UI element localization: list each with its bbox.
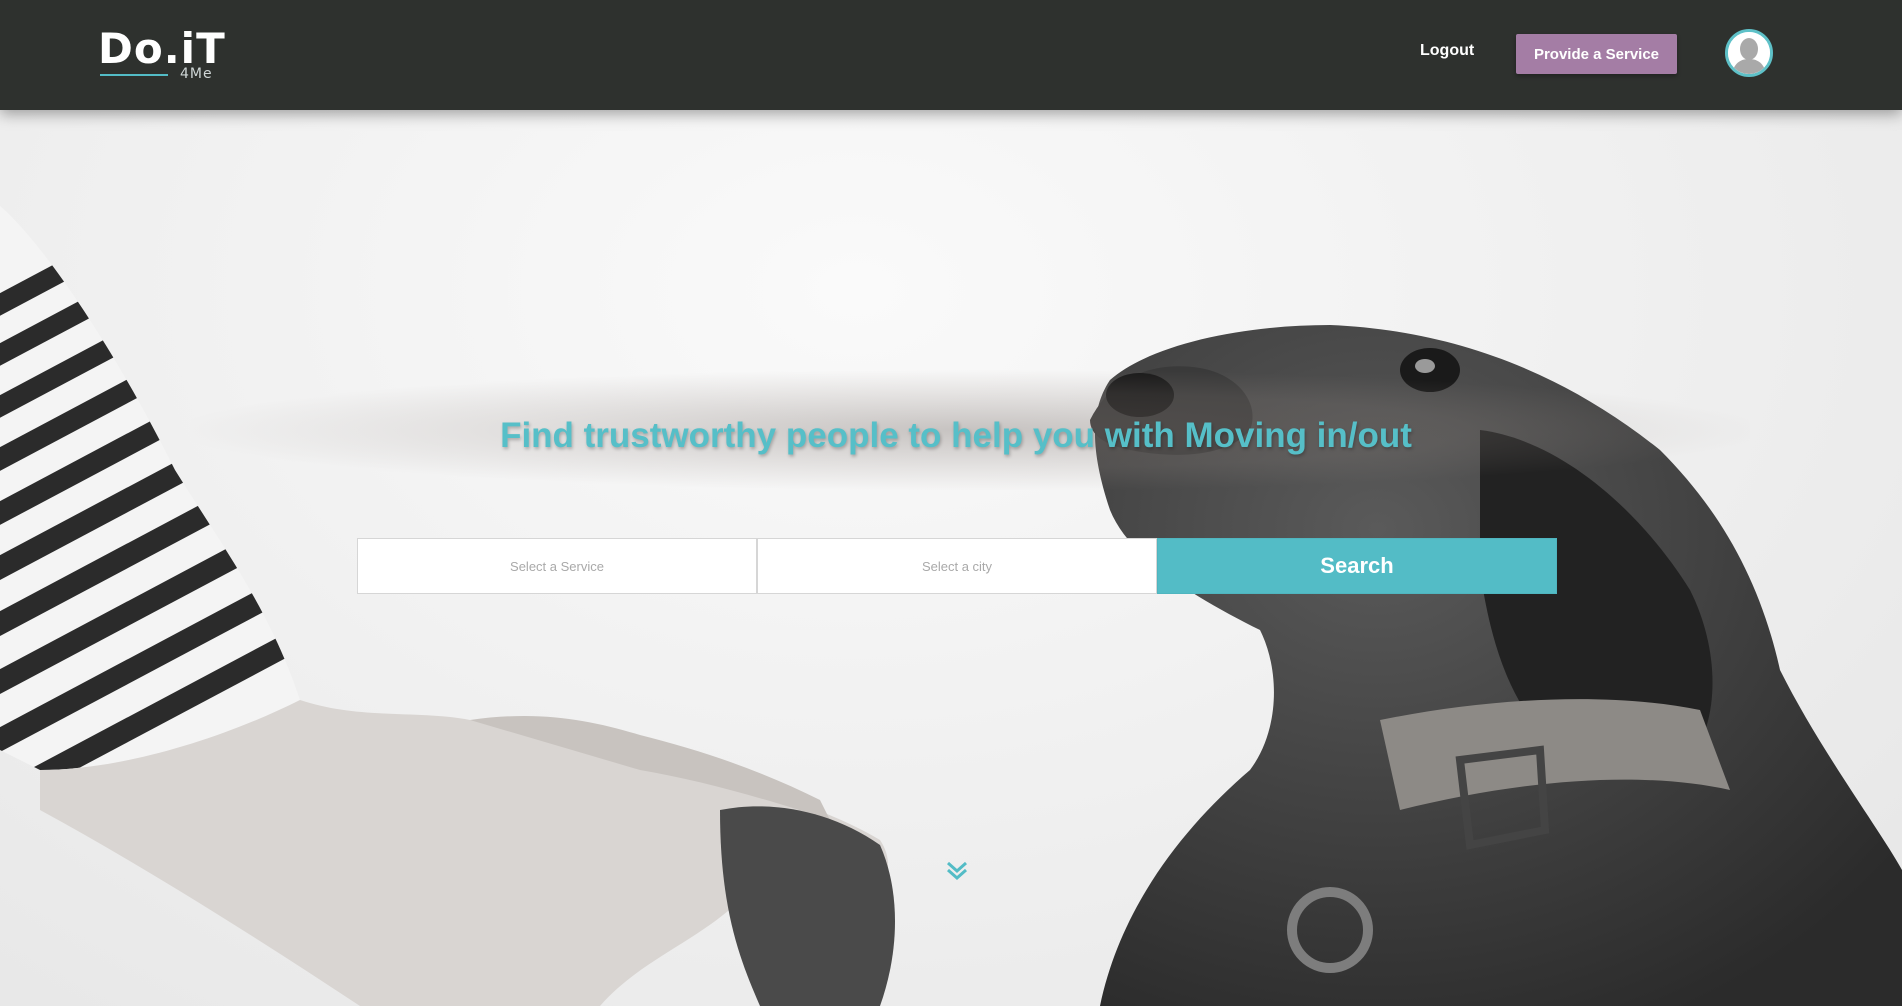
logout-link[interactable]: Logout (1420, 42, 1474, 60)
logo-subtext: 4Me (180, 66, 213, 82)
avatar-silhouette (1728, 32, 1770, 74)
logo-underline (100, 74, 168, 76)
page: Do.iT 4Me Logout Provide a Service Find … (0, 0, 1902, 1006)
search-form: Select a Service Select a city Search (357, 538, 1557, 594)
double-chevron-down-icon[interactable] (945, 860, 969, 882)
hero-title: Find trustworthy people to help you with… (500, 416, 1412, 455)
search-button[interactable]: Search (1157, 538, 1557, 594)
hero-section: Find trustworthy people to help you with… (0, 110, 1902, 1006)
top-navbar: Do.iT 4Me Logout Provide a Service (0, 0, 1902, 110)
service-select[interactable]: Select a Service (357, 538, 757, 594)
provide-service-button[interactable]: Provide a Service (1516, 34, 1677, 74)
brand-logo[interactable]: Do.iT 4Me (98, 26, 225, 83)
city-select[interactable]: Select a city (757, 538, 1157, 594)
user-avatar-icon[interactable] (1725, 29, 1773, 77)
chevron-shape (947, 861, 967, 881)
